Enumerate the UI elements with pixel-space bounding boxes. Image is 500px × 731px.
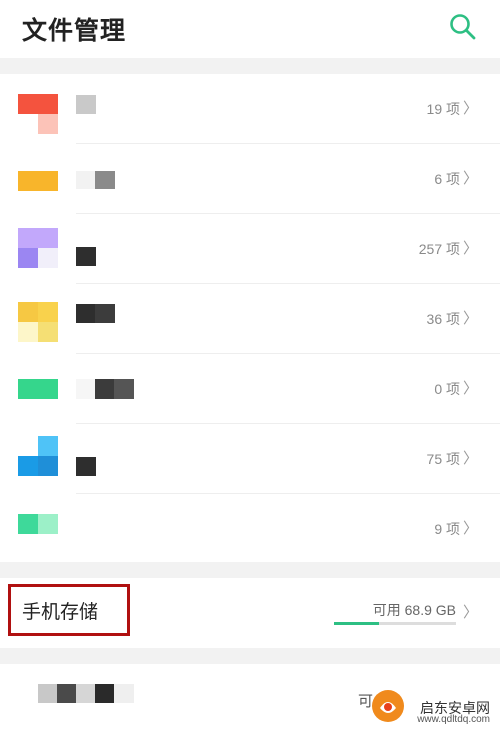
list-item[interactable]: 257 项 〉 [0,214,500,284]
category-name-redacted [76,247,96,266]
list-item[interactable]: 19 项 〉 [0,74,500,144]
storage-name-redacted [76,684,96,703]
category-icon [18,436,58,476]
storage-usage-fill [334,622,380,625]
category-name-redacted [95,304,115,323]
category-icon [18,514,58,534]
watermark-logo-icon [372,690,404,722]
item-count: 75 项 [426,451,460,467]
storage-name-redacted [38,684,58,703]
storage-available: 可用 68.9 GB [372,602,456,618]
item-count: 9 项 [434,521,460,537]
category-name-redacted [76,95,96,114]
app-header: 文件管理 [0,0,500,58]
category-icon [18,302,58,342]
category-name-redacted [76,379,96,399]
chevron-right-icon: 〉 [462,604,478,621]
list-item[interactable]: 6 项 〉 [0,144,500,214]
chevron-right-icon: 〉 [462,170,478,187]
category-icon [18,228,58,268]
category-icon [18,171,58,191]
list-item[interactable]: 9 项 〉 [0,494,500,564]
storage-name-redacted [114,684,134,703]
chevron-right-icon: 〉 [462,380,478,397]
chevron-right-icon: 〉 [462,240,478,257]
highlight-box [8,584,130,636]
item-count: 257 项 [418,241,460,257]
storage-name-redacted [95,684,115,703]
item-count: 36 项 [426,311,460,327]
search-icon[interactable] [448,12,478,42]
item-count: 6 项 [434,171,460,187]
chevron-right-icon: 〉 [462,450,478,467]
chevron-right-icon: 〉 [462,100,478,117]
watermark-url: www.qdltdq.com [417,714,490,725]
category-icon [18,94,58,134]
list-item[interactable]: 75 项 〉 [0,424,500,494]
chevron-right-icon: 〉 [462,520,478,537]
storage-usage-bar [334,622,456,625]
item-count: 0 项 [434,381,460,397]
category-icon [18,379,58,399]
category-name-redacted [95,379,115,399]
category-name-redacted [76,171,96,189]
category-name-redacted [76,304,96,323]
category-list: 19 项 〉 6 项 〉 257 项 〉 36 项 〉 0 项 〉 75 项 〉… [0,74,500,562]
chevron-right-icon: 〉 [462,310,478,327]
phone-storage-row[interactable]: 手机存储 可用 68.9 GB 〉 [0,578,500,648]
page-title: 文件管理 [22,17,127,45]
list-item[interactable]: 0 项 〉 [0,354,500,424]
item-count: 19 项 [426,101,460,117]
storage-name-redacted [57,684,77,703]
category-name-redacted [76,457,96,476]
category-name-redacted [95,171,115,189]
category-name-redacted [114,379,134,399]
list-item[interactable]: 36 项 〉 [0,284,500,354]
